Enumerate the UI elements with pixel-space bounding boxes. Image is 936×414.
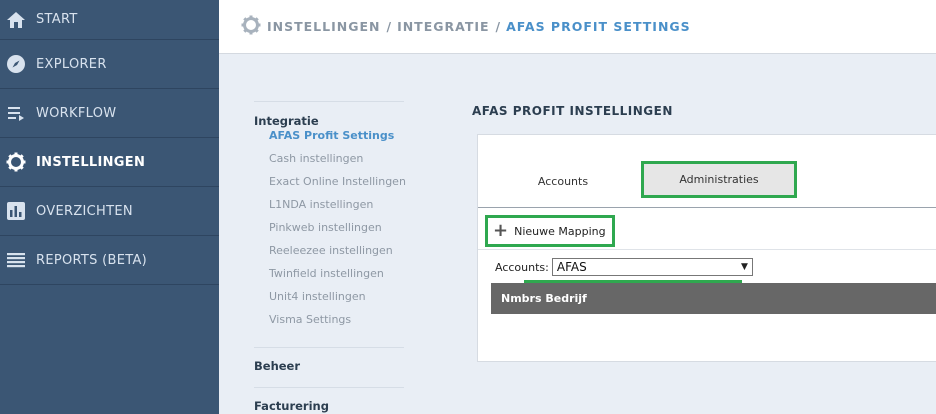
breadcrumb-integratie[interactable]: INTEGRATIE [397,19,489,34]
accounts-label: Accounts: [495,260,549,274]
workflow-icon [5,102,27,124]
breadcrumb-instellingen[interactable]: INSTELLINGEN [267,19,380,34]
subnav-item-exact[interactable]: Exact Online Instellingen [269,170,406,193]
new-mapping-label: Nieuwe Mapping [514,224,606,238]
subnav-group-beheer[interactable]: Beheer [254,359,404,373]
divider [254,101,404,102]
settings-subnav: Integratie AFAS Profit Settings Cash ins… [254,101,406,413]
home-icon [5,9,27,31]
divider [478,249,936,250]
nav-item-label: INSTELLINGEN [36,154,146,170]
nav-item-instellingen[interactable]: INSTELLINGEN [0,138,219,187]
accounts-row: Accounts: AFAS ▼ [495,258,753,276]
breadcrumb-separator: / [495,19,501,34]
page-title: AFAS PROFIT INSTELLINGEN [472,104,673,118]
page-header: INSTELLINGEN / INTEGRATIE / AFAS PROFIT … [219,0,936,54]
subnav-item-pinkweb[interactable]: Pinkweb instellingen [269,216,404,239]
gear-icon [5,151,27,173]
nav-item-label: REPORTS (BETA) [36,252,148,268]
accounts-select[interactable]: AFAS ▼ [551,258,753,276]
nav-item-reports[interactable]: REPORTS (BETA) [0,236,219,285]
subnav-item-l1nda[interactable]: L1NDA instellingen [269,193,404,216]
nav-item-workflow[interactable]: WORKFLOW [0,89,219,138]
tab-administraties[interactable]: Administraties [641,161,797,198]
tab-accounts[interactable]: Accounts [508,165,618,197]
breadcrumb-separator: / [386,19,392,34]
gear-icon [241,15,261,39]
nav-item-label: OVERZICHTEN [36,203,133,219]
nav-item-overzichten[interactable]: OVERZICHTEN [0,187,219,236]
accounts-select-value: AFAS [556,260,587,274]
nav-item-label: START [36,12,78,27]
bar-chart-icon [5,200,27,222]
subnav-item-reeleezee[interactable]: Reeleezee instellingen [269,239,404,262]
subnav-item-unit4[interactable]: Unit4 instellingen [269,285,404,308]
compass-icon [5,53,27,75]
dropdown-arrow-icon: ▼ [740,262,748,272]
column-header-nmbrs-bedrijf: Nmbrs Bedrijf [501,292,587,305]
subnav-item-twinfield[interactable]: Twinfield instellingen [269,262,404,285]
table-header: Nmbrs Bedrijf [491,283,936,314]
breadcrumb-current: AFAS PROFIT SETTINGS [506,19,691,34]
new-mapping-button[interactable]: + Nieuwe Mapping [485,215,615,247]
settings-panel: Accounts Administraties + Nieuwe Mapping… [477,134,936,362]
nav-item-start[interactable]: START [0,0,219,40]
breadcrumb: INSTELLINGEN / INTEGRATIE / AFAS PROFIT … [267,19,691,34]
divider [254,347,404,348]
tab-bar: Accounts Administraties [478,135,936,208]
subnav-item-afas[interactable]: AFAS Profit Settings [269,124,404,147]
divider [254,387,404,388]
nav-item-explorer[interactable]: EXPLORER [0,40,219,89]
sidebar: START EXPLORER WORKFLOW INSTELLINGEN OVE… [0,0,219,414]
plus-icon: + [493,220,509,241]
list-icon [5,249,27,271]
nav-item-label: WORKFLOW [36,105,117,121]
subnav-item-visma[interactable]: Visma Settings [269,308,404,331]
nav-item-label: EXPLORER [36,56,107,72]
subnav-item-cash[interactable]: Cash instellingen [269,147,404,170]
subnav-group-facturering[interactable]: Facturering [254,399,404,413]
